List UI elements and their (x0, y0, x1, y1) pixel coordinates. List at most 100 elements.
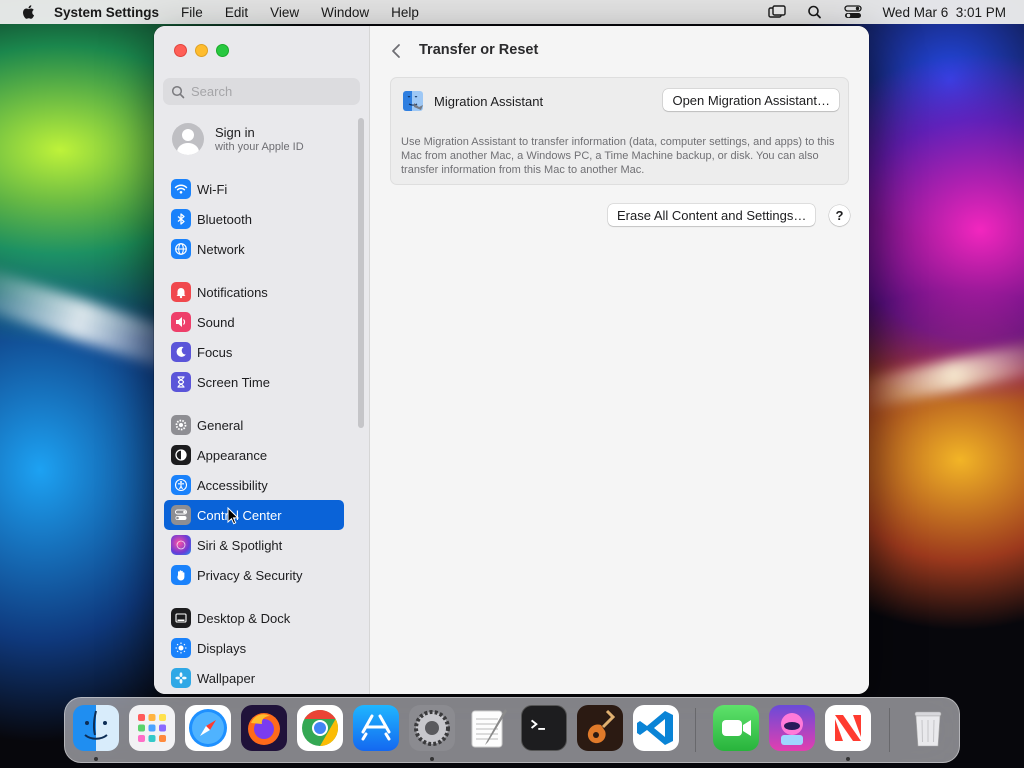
sidebar-item-notifications[interactable]: Notifications (164, 277, 344, 307)
menu-bar-clock[interactable]: Wed Mar 6 3:01 PM (882, 5, 1006, 20)
sidebar-item-label: Bluetooth (197, 211, 252, 227)
sidebar-item-label: Focus (197, 344, 233, 360)
menu-edit[interactable]: Edit (225, 5, 248, 20)
menu-bar: System Settings File Edit View Window He… (0, 0, 1024, 24)
mouse-pointer-icon (227, 507, 239, 525)
migration-assistant-icon (403, 91, 423, 111)
dock-garageband-icon[interactable] (577, 705, 623, 751)
wifi-icon (171, 179, 191, 199)
sidebar-item-siri-spotlight[interactable]: Siri & Spotlight (164, 530, 344, 560)
sidebar-item-network[interactable]: Network (164, 234, 344, 264)
dock-system-settings-icon[interactable] (409, 705, 455, 751)
sidebar-list: Sign in with your Apple ID Wi-Fi Bluetoo… (154, 114, 370, 694)
page-title: Transfer or Reset (419, 42, 539, 58)
dock-icon (171, 608, 191, 628)
menu-view[interactable]: View (270, 5, 299, 20)
avatar (172, 123, 204, 155)
dock-separator (889, 708, 890, 752)
sidebar-item-general[interactable]: General (164, 410, 344, 440)
menu-app-name[interactable]: System Settings (54, 5, 159, 20)
sidebar-item-label: Accessibility (197, 477, 268, 493)
running-indicator (94, 757, 98, 761)
running-indicator (846, 757, 850, 761)
spotlight-search-icon[interactable] (806, 5, 824, 19)
menu-help[interactable]: Help (391, 5, 419, 20)
sidebar-item-sound[interactable]: Sound (164, 307, 344, 337)
sidebar-item-label: Screen Time (197, 374, 270, 390)
apple-logo-icon[interactable] (18, 4, 38, 20)
close-window-button[interactable] (174, 44, 187, 57)
dock-chrome-icon[interactable] (297, 705, 343, 751)
migration-assistant-label: Migration Assistant (434, 93, 544, 109)
control-center-icon[interactable] (844, 5, 863, 19)
menu-file[interactable]: File (181, 5, 203, 20)
flower-icon (171, 668, 191, 688)
screen-mirroring-icon[interactable] (768, 5, 787, 19)
sidebar: Sign in with your Apple ID Wi-Fi Bluetoo… (154, 26, 370, 694)
sidebar-item-label: Wallpaper (197, 670, 256, 686)
dock-textedit-icon[interactable] (465, 705, 511, 751)
siri-icon (171, 535, 191, 555)
sidebar-item-label: Desktop & Dock (197, 610, 291, 626)
hourglass-icon (171, 372, 191, 392)
open-migration-assistant-button[interactable]: Open Migration Assistant… (663, 89, 839, 111)
window-controls (174, 44, 229, 57)
sign-in-subtitle: with your Apple ID (215, 141, 304, 153)
sidebar-item-focus[interactable]: Focus (164, 337, 344, 367)
migration-assistant-card: Migration Assistant Open Migration Assis… (390, 77, 849, 185)
sidebar-item-screen-time[interactable]: Screen Time (164, 367, 344, 397)
search-field[interactable] (163, 78, 360, 105)
sidebar-item-label: General (197, 417, 244, 433)
gear-icon (171, 415, 191, 435)
appearance-icon (171, 445, 191, 465)
wallpaper-light-streak (853, 339, 1024, 411)
dock-news-icon[interactable] (825, 705, 871, 751)
system-settings-window: Sign in with your Apple ID Wi-Fi Bluetoo… (154, 26, 869, 694)
zoom-window-button[interactable] (216, 44, 229, 57)
back-chevron-icon[interactable] (388, 41, 404, 61)
sun-icon (171, 638, 191, 658)
content-pane: Transfer or Reset Migration Assistant Op… (370, 26, 869, 694)
dock-facetime-icon[interactable] (713, 705, 759, 751)
dock-firefox-icon[interactable] (241, 705, 287, 751)
sidebar-item-displays[interactable]: Displays (164, 633, 344, 663)
minimize-window-button[interactable] (195, 44, 208, 57)
sidebar-item-bluetooth[interactable]: Bluetooth (164, 204, 344, 234)
sidebar-item-wallpaper[interactable]: Wallpaper (164, 663, 344, 693)
running-indicator (430, 757, 434, 761)
menu-window[interactable]: Window (321, 5, 369, 20)
speaker-icon (171, 312, 191, 332)
dock-trash-icon[interactable] (905, 705, 951, 751)
help-button[interactable]: ? (829, 205, 850, 226)
sidebar-item-label: Notifications (197, 284, 268, 300)
hand-icon (171, 565, 191, 585)
migration-assistant-description: Use Migration Assistant to transfer info… (401, 136, 835, 176)
sign-in-title: Sign in (215, 125, 255, 140)
erase-all-content-button[interactable]: Erase All Content and Settings… (608, 204, 816, 226)
sidebar-item-appearance[interactable]: Appearance (164, 440, 344, 470)
dock-launchpad-icon[interactable] (129, 705, 175, 751)
dock-alien-app-icon[interactable] (769, 705, 815, 751)
dock-finder-icon[interactable] (73, 705, 119, 751)
sidebar-item-label: Displays (197, 640, 247, 656)
accessibility-icon (171, 475, 191, 495)
search-icon (171, 85, 185, 98)
dock-vscode-icon[interactable] (633, 705, 679, 751)
sidebar-item-wifi[interactable]: Wi-Fi (164, 174, 344, 204)
dock-safari-icon[interactable] (185, 705, 231, 751)
bluetooth-icon (171, 209, 191, 229)
apple-id-sign-in[interactable]: Sign in with your Apple ID (172, 123, 304, 155)
toggles-icon (171, 505, 191, 525)
sidebar-item-privacy-security[interactable]: Privacy & Security (164, 560, 344, 590)
dock-separator (695, 708, 696, 752)
globe-icon (171, 239, 191, 259)
dock-app-store-icon[interactable] (353, 705, 399, 751)
moon-icon (171, 342, 191, 362)
dock-terminal-icon[interactable] (521, 705, 567, 751)
sidebar-item-accessibility[interactable]: Accessibility (164, 470, 344, 500)
sidebar-item-desktop-dock[interactable]: Desktop & Dock (164, 603, 344, 633)
dock (64, 697, 960, 763)
bell-icon (171, 282, 191, 302)
search-input[interactable] (191, 84, 351, 99)
sidebar-item-control-center[interactable]: Control Center (164, 500, 344, 530)
